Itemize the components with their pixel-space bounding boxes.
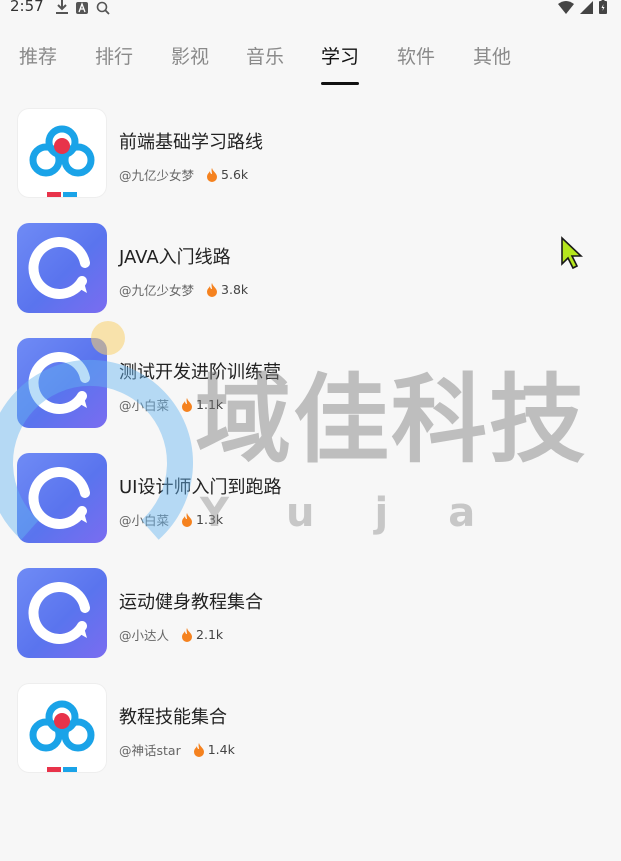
status-time: 2:57	[10, 0, 44, 15]
status-icons-right	[558, 0, 607, 14]
item-title: JAVA入门线路	[119, 247, 231, 268]
item-author: @小达人	[119, 628, 170, 643]
item-hot-count: 1.1k	[196, 397, 224, 412]
tab-software[interactable]: 软件	[397, 42, 435, 69]
fire-icon	[207, 167, 218, 182]
item-title: 运动健身教程集合	[119, 592, 263, 613]
signal-icon	[580, 0, 593, 14]
list-item[interactable]: JAVA入门线路 @九亿少女梦 3.8k	[0, 207, 621, 313]
list-item[interactable]: 测试开发进阶训练营 @小白菜 1.1k	[0, 322, 621, 428]
list-item[interactable]: UI设计师入门到跑路 @小白菜 1.3k	[0, 437, 621, 543]
item-meta: @九亿少女梦 5.6k	[119, 165, 248, 184]
battery-icon	[599, 0, 607, 14]
tab-music[interactable]: 音乐	[246, 42, 284, 69]
ring-logo-icon	[17, 453, 107, 543]
item-author: @九亿少女梦	[119, 283, 195, 298]
cloud-logo-icon	[17, 108, 107, 198]
download-icon	[56, 0, 68, 14]
wifi-icon	[558, 0, 574, 14]
item-meta: @小达人 2.1k	[119, 625, 223, 644]
cloud-logo-icon	[17, 683, 107, 773]
fire-icon	[182, 627, 193, 642]
tab-other[interactable]: 其他	[473, 42, 511, 69]
list-item[interactable]: 教程技能集合 @神话star 1.4k	[0, 667, 621, 773]
item-title: 测试开发进阶训练营	[119, 362, 281, 383]
item-title: 教程技能集合	[119, 707, 227, 728]
fire-icon	[182, 397, 193, 412]
mouse-cursor-icon	[561, 236, 584, 270]
item-author: @小白菜	[119, 513, 170, 528]
item-meta: @小白菜 1.3k	[119, 510, 223, 529]
item-meta: @小白菜 1.1k	[119, 395, 223, 414]
fire-icon	[193, 742, 204, 757]
item-hot-count: 5.6k	[221, 167, 249, 182]
ring-logo-icon	[17, 338, 107, 428]
item-author: @九亿少女梦	[119, 168, 195, 183]
item-hot-count: 1.4k	[207, 742, 235, 757]
ring-logo-icon	[17, 223, 107, 313]
item-hot-count: 1.3k	[196, 512, 224, 527]
item-meta: @神话star 1.4k	[119, 740, 235, 759]
status-icons-left	[56, 0, 110, 15]
active-tab-indicator	[321, 82, 359, 85]
ring-logo-icon	[17, 568, 107, 658]
search-icon	[96, 1, 110, 15]
notification-a-icon	[76, 1, 88, 14]
item-hot-count: 2.1k	[196, 627, 224, 642]
tab-video[interactable]: 影视	[171, 42, 209, 69]
status-bar: 2:57	[0, 0, 621, 20]
list-item[interactable]: 运动健身教程集合 @小达人 2.1k	[0, 552, 621, 658]
fire-icon	[182, 512, 193, 527]
list-item[interactable]: 前端基础学习路线 @九亿少女梦 5.6k	[0, 92, 621, 198]
category-tabs: 推荐 排行 影视 音乐 学习 软件 其他	[0, 36, 621, 88]
item-title: 前端基础学习路线	[119, 132, 263, 153]
tab-study[interactable]: 学习	[321, 42, 359, 69]
item-author: @小白菜	[119, 398, 170, 413]
item-title: UI设计师入门到跑路	[119, 477, 282, 498]
fire-icon	[207, 282, 218, 297]
tab-recommend[interactable]: 推荐	[19, 42, 57, 69]
item-hot-count: 3.8k	[221, 282, 249, 297]
tab-ranking[interactable]: 排行	[95, 42, 133, 69]
item-meta: @九亿少女梦 3.8k	[119, 280, 248, 299]
item-author: @神话star	[119, 743, 181, 758]
